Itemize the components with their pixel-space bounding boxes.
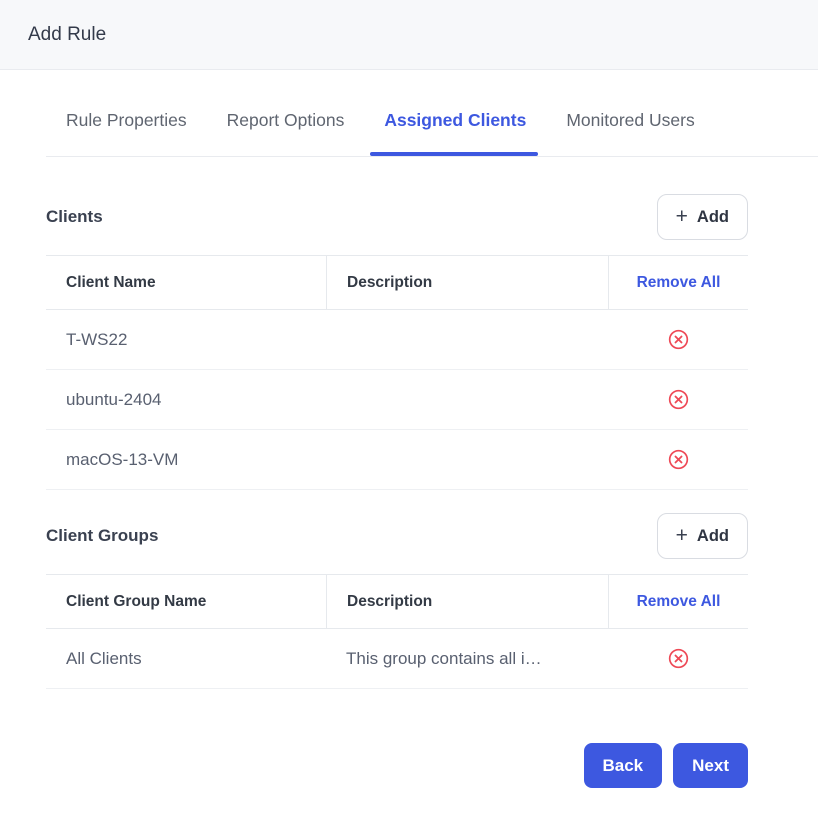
- assigned-clients-panel: Clients + Add Client Name Description Re…: [46, 194, 748, 788]
- clients-table: Client Name Description Remove All T-WS2…: [46, 255, 748, 490]
- tab-bar: Rule Properties Report Options Assigned …: [46, 110, 818, 157]
- tab-monitored-users[interactable]: Monitored Users: [546, 110, 714, 156]
- page-title: Add Rule: [28, 23, 107, 45]
- client-groups-section-header: Client Groups + Add: [46, 513, 748, 559]
- dialog-header: Add Rule: [0, 0, 818, 70]
- table-row: ubuntu-2404: [46, 370, 748, 430]
- circle-x-icon: [668, 389, 688, 410]
- tab-rule-properties[interactable]: Rule Properties: [46, 110, 207, 156]
- client-description-cell: [326, 430, 608, 489]
- add-client-button[interactable]: + Add: [656, 194, 748, 240]
- client-description-cell: [326, 370, 608, 429]
- column-header-description: Description: [326, 256, 608, 309]
- plus-icon: +: [675, 204, 688, 228]
- client-name-cell: ubuntu-2404: [66, 389, 162, 409]
- next-button[interactable]: Next: [673, 743, 748, 788]
- add-client-button-label: Add: [696, 207, 729, 226]
- add-client-group-button-label: Add: [696, 526, 729, 545]
- client-groups-section-title: Client Groups: [46, 526, 159, 545]
- remove-client-button[interactable]: [667, 329, 689, 351]
- client-name-cell: T-WS22: [66, 329, 128, 349]
- column-header-client-name: Client Name: [66, 273, 156, 291]
- remove-all-clients-link[interactable]: Remove All: [608, 256, 748, 309]
- client-name-cell: macOS-13-VM: [66, 449, 179, 469]
- wizard-footer: Back Next: [46, 743, 748, 788]
- client-groups-table-header: Client Group Name Description Remove All: [46, 574, 748, 629]
- plus-icon: +: [675, 523, 688, 547]
- client-groups-table: Client Group Name Description Remove All…: [46, 574, 748, 689]
- table-row: All Clients This group contains all i…: [46, 629, 748, 689]
- column-header-client-group-name: Client Group Name: [66, 592, 207, 610]
- remove-all-groups-link[interactable]: Remove All: [608, 575, 748, 628]
- table-row: macOS-13-VM: [46, 430, 748, 490]
- circle-x-icon: [668, 449, 688, 470]
- client-description-cell: [326, 310, 608, 369]
- tab-assigned-clients[interactable]: Assigned Clients: [364, 110, 546, 156]
- clients-section-title: Clients: [46, 207, 103, 226]
- clients-section-header: Clients + Add: [46, 194, 748, 240]
- tab-report-options[interactable]: Report Options: [207, 110, 365, 156]
- remove-client-button[interactable]: [667, 389, 689, 411]
- clients-table-header: Client Name Description Remove All: [46, 255, 748, 310]
- add-client-group-button[interactable]: + Add: [656, 513, 748, 559]
- back-button[interactable]: Back: [583, 743, 663, 788]
- group-description-cell: This group contains all i…: [346, 648, 542, 668]
- column-header-description: Description: [326, 575, 608, 628]
- table-row: T-WS22: [46, 310, 748, 370]
- remove-group-button[interactable]: [667, 648, 689, 670]
- remove-client-button[interactable]: [667, 449, 689, 471]
- circle-x-icon: [668, 648, 688, 669]
- group-name-cell: All Clients: [66, 648, 142, 668]
- circle-x-icon: [668, 329, 688, 350]
